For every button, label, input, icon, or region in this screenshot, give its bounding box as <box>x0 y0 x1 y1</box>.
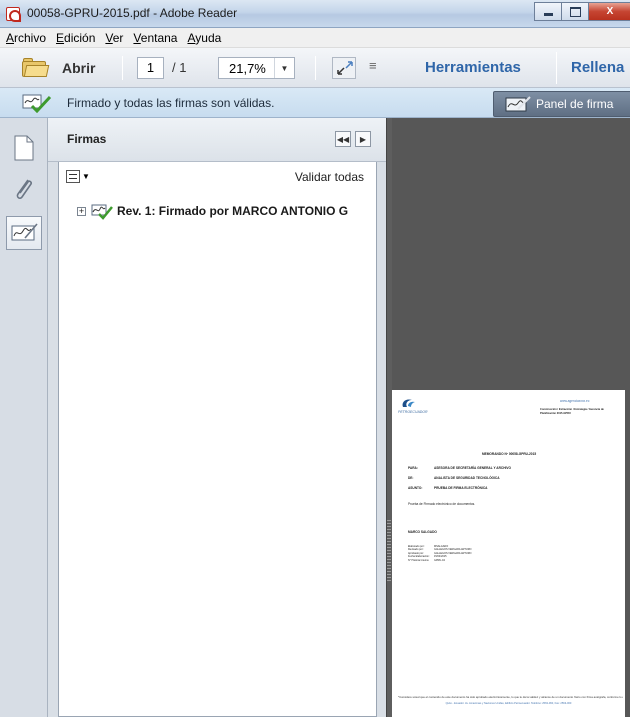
toolbar-divider <box>556 52 557 84</box>
zoom-value: 21,7% <box>229 61 266 76</box>
de-value: ANALISTA DE SEGURIDAD TECNOLÓGICA <box>434 476 500 480</box>
window-controls: X <box>534 2 630 21</box>
menu-ventana[interactable]: Ventana <box>130 31 184 45</box>
attachments-paperclip-icon[interactable] <box>8 174 40 206</box>
signatures-toolbar: ▼ Validar todas + Rev. 1: Firmado por MA… <box>58 162 377 220</box>
signature-panel-label: Panel de firma <box>536 97 614 111</box>
menu-edicion[interactable]: Edición <box>53 31 102 45</box>
toolbar: Abrir 1 / 1 21,7% ▼ ≡ Herramientas Relle… <box>0 48 630 88</box>
zoom-select[interactable]: 21,7% ▼ <box>218 57 295 79</box>
asunto-label: ASUNTO: <box>408 486 423 490</box>
navigation-pane-strip <box>0 118 48 717</box>
signature-entry-label: Rev. 1: Firmado por MARCO ANTONIO G <box>117 204 349 218</box>
toolbar-overflow-icon[interactable]: ≡ <box>369 58 377 73</box>
para-value: ASESORA DE SECRETARÍA GENERAL Y ARCHIVO <box>434 466 511 470</box>
menu-ayuda[interactable]: Ayuda <box>184 31 228 45</box>
chevron-down-icon[interactable]: ▼ <box>274 58 294 78</box>
memo-body: Prueba de Firmado electrónico de documen… <box>408 502 476 506</box>
document-website: www.agenciaxxxx.ec <box>560 399 590 403</box>
signatures-panel-header: Firmas ◀◀ ▶ <box>48 118 386 162</box>
signature-status-message: Firmado y todas las firmas son válidas. <box>67 96 275 110</box>
meta-labels: Elaborado por: Revisado por: Aprobado po… <box>408 545 430 562</box>
options-menu-icon[interactable]: ▼ <box>66 170 92 184</box>
expand-plus-icon[interactable]: + <box>77 207 86 216</box>
signatures-panel: Firmas ◀◀ ▶ ▼ Validar todas + Rev. 1: Fi… <box>48 118 386 717</box>
close-button[interactable]: X <box>588 2 630 21</box>
validate-all-link[interactable]: Validar todas <box>295 170 364 184</box>
maximize-button[interactable] <box>561 2 589 21</box>
toolbar-separator <box>315 56 316 80</box>
splitter-grip[interactable] <box>387 520 391 582</box>
fill-sign-tab[interactable]: Rellena <box>571 59 624 76</box>
document-header-line2: Planificación 2015-GPRU <box>540 412 571 415</box>
document-footer-address: Quito - Ecuador. Av. Amazonas y Naciones… <box>392 702 625 712</box>
menu-archivo[interactable]: Archivo <box>3 31 53 45</box>
document-footer-note: *Considere usted que el contenido de est… <box>398 695 623 699</box>
memo-title: MEMORANDO Nº 00058-GPRU-2015 <box>482 452 537 456</box>
collapse-left-icon[interactable]: ◀◀ <box>335 131 351 147</box>
menu-ver[interactable]: Ver <box>102 31 130 45</box>
asunto-value: PRUEBA DE FIRMA ELECTRÓNICA <box>434 486 488 490</box>
tools-tab[interactable]: Herramientas <box>425 59 521 76</box>
minimize-button[interactable] <box>534 2 562 21</box>
open-folder-icon[interactable] <box>22 58 50 78</box>
signatures-panel-icon[interactable] <box>6 216 42 250</box>
title-bar: 00058-GPRU-2015.pdf - Adobe Reader X <box>0 0 630 28</box>
meta-values: MSALGADO GALLEGOS VERGARA ARTURO GALLEGO… <box>434 545 472 562</box>
toolbar-separator <box>122 56 123 80</box>
adobe-reader-icon <box>6 7 21 22</box>
signatures-panel-title: Firmas <box>67 132 107 146</box>
open-button[interactable]: Abrir <box>62 60 95 76</box>
page-total: / 1 <box>172 60 187 75</box>
para-label: PARA: <box>408 466 418 470</box>
menu-bar: Archivo Edición Ver Ventana Ayuda <box>0 28 630 48</box>
valid-signature-icon <box>22 93 52 116</box>
pdf-page[interactable]: PETROECUADOR www.agenciaxxxx.ec Construc… <box>392 390 625 717</box>
window-title: 00058-GPRU-2015.pdf - Adobe Reader <box>27 6 238 20</box>
signature-status-bar: Firmado y todas las firmas son válidas. … <box>0 88 630 118</box>
expand-right-icon[interactable]: ▶ <box>355 131 371 147</box>
signer-name: MARCO SALGADO <box>408 530 437 534</box>
fit-page-icon[interactable] <box>332 57 356 79</box>
signature-panel-button[interactable]: Panel de firma <box>493 91 630 117</box>
signature-pen-icon <box>504 95 532 118</box>
page-thumbnails-icon[interactable] <box>8 132 40 164</box>
page-number-input[interactable]: 1 <box>137 57 164 79</box>
company-logo-icon <box>402 399 415 407</box>
signatures-list <box>58 220 377 717</box>
de-label: DE: <box>408 476 414 480</box>
company-name: PETROECUADOR <box>398 410 428 414</box>
